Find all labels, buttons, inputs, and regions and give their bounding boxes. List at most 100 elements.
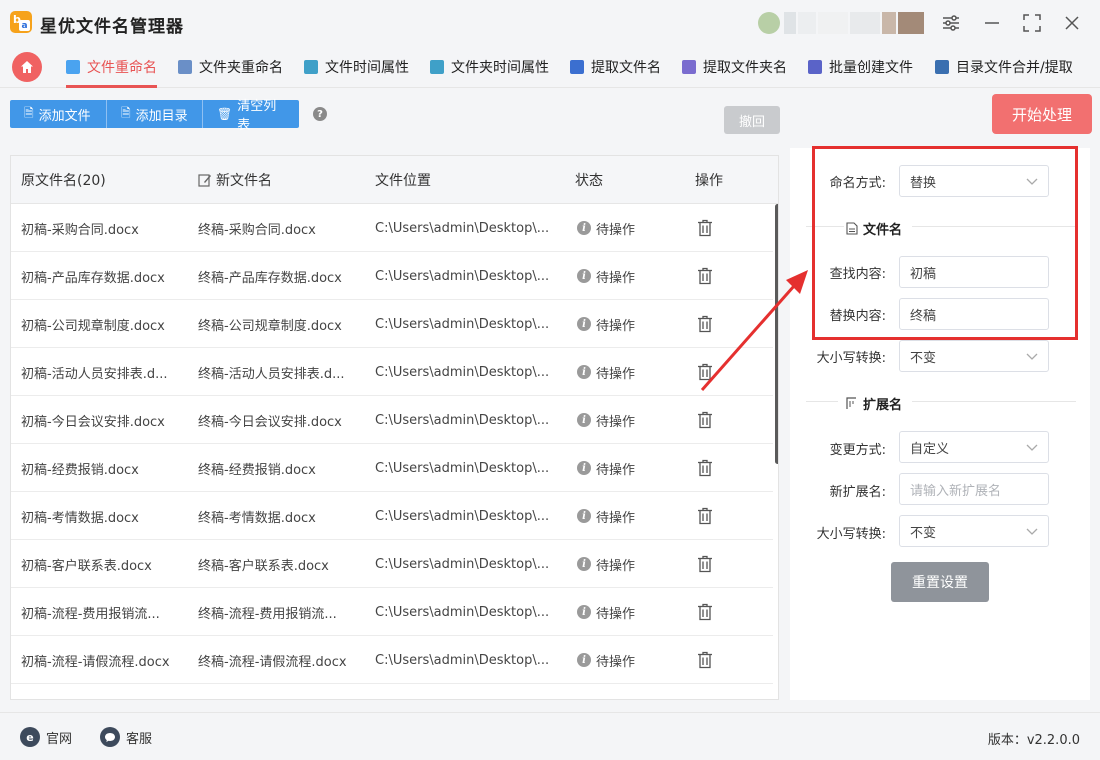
delete-button[interactable]: [697, 540, 727, 588]
info-icon: i: [577, 413, 591, 427]
new-name-cell: 终稿-产品库存数据.docx: [198, 270, 342, 286]
delete-button[interactable]: [697, 588, 727, 636]
rename-folder-icon: [178, 60, 192, 74]
minimize-icon[interactable]: [981, 12, 1003, 34]
extension-icon: [846, 397, 856, 409]
support-link[interactable]: 客服: [100, 727, 152, 747]
header-status: 状态: [575, 173, 603, 189]
naming-mode-select[interactable]: 替换: [899, 165, 1049, 197]
table-header: 原文件名(20) 新文件名 文件位置 状态 操作: [11, 156, 778, 204]
location-cell: C:\Users\admin\Desktop\...: [375, 316, 550, 332]
tab-merge-extract[interactable]: 目录文件合并/提取: [935, 46, 1073, 88]
chevron-down-icon: [1026, 528, 1038, 535]
tab-extract-filename[interactable]: 提取文件名: [570, 46, 661, 88]
location-cell: C:\Users\admin\Desktop\...: [375, 604, 550, 620]
original-name-cell: 初稿-产品库存数据.docx: [21, 270, 165, 286]
location-cell: C:\Users\admin\Desktop\...: [375, 412, 550, 428]
naming-mode-label: 命名方式:: [829, 176, 886, 191]
help-icon[interactable]: ?: [313, 107, 327, 121]
delete-button[interactable]: [697, 636, 727, 684]
rename-file-icon: [66, 60, 80, 74]
trash-icon: [697, 651, 713, 669]
version-text: 版本：v2.2.0.0: [987, 733, 1080, 748]
maximize-icon[interactable]: [1021, 12, 1043, 34]
nav-bar: 文件重命名 文件夹重命名 文件时间属性 文件夹时间属性 提取文件名 提取文件夹名…: [0, 46, 1100, 88]
info-icon: i: [577, 269, 591, 283]
table-row[interactable]: 初稿-流程-请假流程.docx 终稿-流程-请假流程.docx C:\Users\a…: [11, 636, 773, 684]
settings-icon[interactable]: [940, 12, 962, 34]
case-convert-ext-label: 大小写转换:: [816, 527, 886, 542]
new-name-cell: 终稿-经费报销.docx: [198, 462, 316, 478]
change-mode-select[interactable]: 自定义: [899, 431, 1049, 463]
table-row[interactable]: 初稿-考情数据.docx 终稿-考情数据.docx C:\Users\admin\D…: [11, 492, 773, 540]
delete-button[interactable]: [697, 396, 727, 444]
delete-button[interactable]: [697, 492, 727, 540]
find-input[interactable]: 初稿: [899, 256, 1049, 288]
home-icon: [21, 61, 33, 73]
original-name-cell: 初稿-活动人员安排表.d...: [21, 366, 168, 382]
table-row[interactable]: 初稿-今日会议安排.docx 终稿-今日会议安排.docx C:\Users\adm…: [11, 396, 773, 444]
start-button[interactable]: 开始处理: [992, 94, 1092, 134]
location-cell: C:\Users\admin\Desktop\...: [375, 460, 550, 476]
tab-batch-create[interactable]: 批量创建文件: [808, 46, 913, 88]
delete-button[interactable]: [697, 694, 727, 699]
new-extension-input[interactable]: 请输入新扩展名: [899, 473, 1049, 505]
table-row[interactable]: 初稿-产品库存数据.docx 终稿-产品库存数据.docx C:\Users\adm…: [11, 252, 773, 300]
tab-folder-time[interactable]: 文件夹时间属性: [430, 46, 549, 88]
close-icon[interactable]: [1061, 12, 1083, 34]
delete-button[interactable]: [697, 204, 727, 252]
extension-section-title: 扩展名: [846, 394, 902, 413]
document-icon: 🗎: [24, 105, 34, 120]
status-cell: i 待操作: [577, 588, 667, 636]
new-name-cell: 终稿-流程-费用报销流...: [198, 606, 337, 622]
original-name-cell: 初稿-公司规章制度.docx: [21, 318, 165, 334]
table-row[interactable]: 初稿-经费报销.docx 终稿-经费报销.docx C:\Users\admin\D…: [11, 444, 773, 492]
tab-folder-rename[interactable]: 文件夹重命名: [178, 46, 283, 88]
tab-extract-foldername[interactable]: 提取文件夹名: [682, 46, 787, 88]
status-cell: i 待操作: [577, 636, 667, 684]
header-location: 文件位置: [375, 173, 431, 189]
table-row[interactable]: 初稿-流程-费用报销流... 终稿-流程-费用报销流... C:\Users\adm…: [11, 588, 773, 636]
delete-button[interactable]: [697, 444, 727, 492]
home-button[interactable]: [12, 52, 42, 82]
trash-icon: [697, 219, 713, 237]
undo-button[interactable]: 撤回: [724, 106, 780, 134]
table-row[interactable]: 初稿-活动人员安排表.d... 终稿-活动人员安排表.d... C:\Users\a…: [11, 348, 773, 396]
case-convert-select[interactable]: 不变: [899, 340, 1049, 372]
status-cell: i 待操作: [577, 300, 667, 348]
chevron-down-icon: [1026, 178, 1038, 185]
table-row[interactable]: 初稿-采购合同.docx 终稿-采购合同.docx C:\Users\admin\D…: [11, 204, 773, 252]
location-cell: C:\Users\admin\Desktop\...: [375, 556, 550, 572]
replace-input[interactable]: 终稿: [899, 298, 1049, 330]
new-extension-label: 新扩展名:: [829, 485, 886, 500]
batch-create-icon: [808, 60, 822, 74]
trash-icon: 🗑: [217, 107, 233, 121]
add-folder-button[interactable]: 🗎 添加目录: [107, 100, 203, 128]
tab-file-time[interactable]: 文件时间属性: [304, 46, 409, 88]
case-convert-ext-select[interactable]: 不变: [899, 515, 1049, 547]
title-bar: b a 星优文件名管理器: [0, 0, 1100, 46]
footer: e 官网 客服 版本：v2.2.0.0: [0, 712, 1100, 760]
chevron-down-icon: [1026, 353, 1038, 360]
info-icon: i: [577, 461, 591, 475]
table-row[interactable]: 初稿-公司规章制度.docx 终稿-公司规章制度.docx C:\Users\adm…: [11, 300, 773, 348]
original-name-cell: 初稿-流程-费用报销流...: [21, 606, 160, 622]
info-icon: i: [577, 221, 591, 235]
clear-list-button[interactable]: 🗑 清空列表: [203, 99, 299, 133]
extract-foldername-icon: [682, 60, 696, 74]
table-row[interactable]: 初稿-客户联系表.docx 终稿-客户联系表.docx C:\Users\admin…: [11, 540, 773, 588]
change-mode-label: 变更方式:: [829, 443, 886, 458]
new-name-cell: 终稿-公司规章制度.docx: [198, 318, 342, 334]
original-name-cell: 初稿-采购合同.docx: [21, 222, 139, 238]
tab-file-rename[interactable]: 文件重命名: [66, 46, 157, 88]
table-row[interactable]: [11, 684, 773, 699]
status-cell: i 待操作: [577, 348, 667, 396]
document-icon: [846, 222, 858, 235]
trash-icon: [697, 507, 713, 525]
app-title: 星优文件名管理器: [40, 17, 184, 37]
user-avatar[interactable]: [758, 12, 924, 34]
add-file-button[interactable]: 🗎 添加文件: [10, 100, 107, 128]
reset-settings-button[interactable]: 重置设置: [891, 562, 989, 602]
filename-section-title: 文件名: [846, 219, 902, 238]
website-link[interactable]: e 官网: [20, 727, 72, 747]
